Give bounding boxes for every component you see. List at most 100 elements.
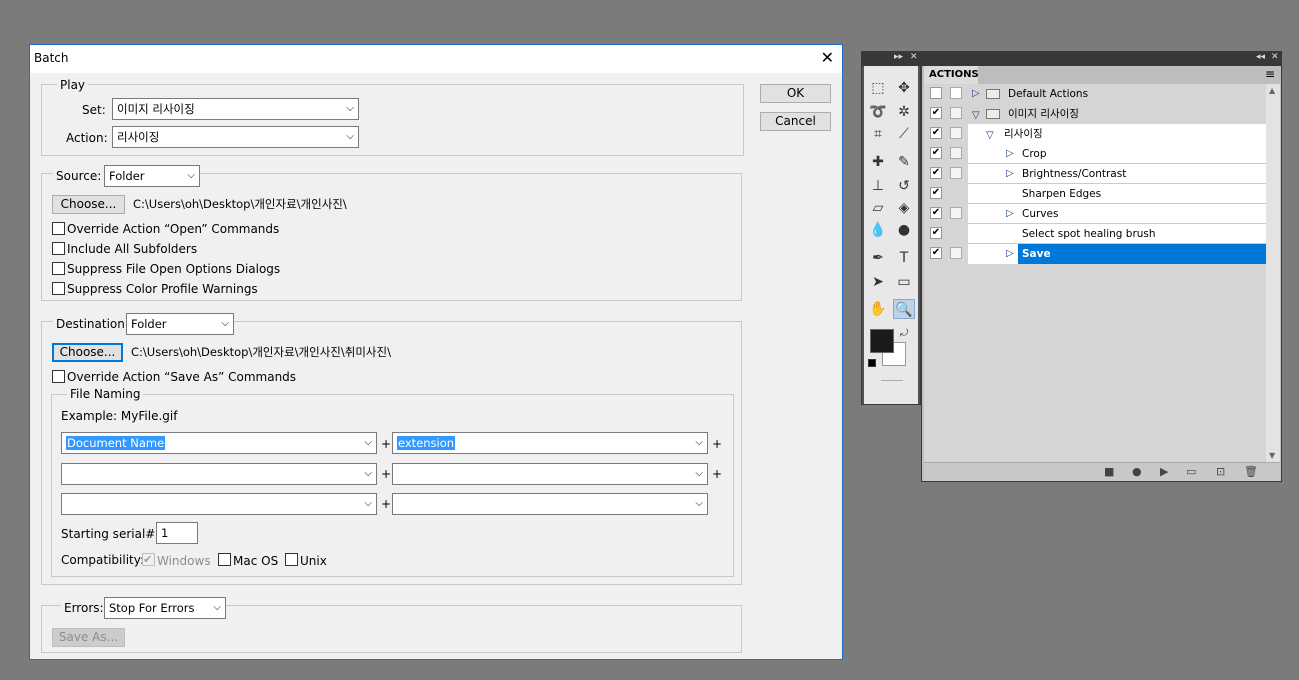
history-brush-tool-icon[interactable]: ↺ [893, 176, 915, 196]
crop-tool-icon[interactable]: ⌗ [867, 124, 889, 144]
trash-icon[interactable]: 🗑 [1244, 465, 1258, 478]
pen-tool-icon[interactable]: ✒ [867, 248, 889, 268]
suppress-color-warnings-checkbox[interactable] [52, 282, 65, 295]
brush-tool-icon[interactable]: ✎ [893, 152, 915, 172]
collapse-triangle-icon[interactable]: ▽ [972, 106, 980, 126]
collapse-icon[interactable]: ◂◂ [1256, 52, 1265, 62]
dialog-toggle-icon[interactable] [950, 87, 962, 99]
new-set-icon[interactable]: ▭ [1186, 465, 1196, 478]
spot-healing-tool-icon[interactable]: ✚ [867, 152, 889, 172]
cancel-button[interactable]: Cancel [760, 112, 831, 131]
action-set-row[interactable]: ▷ Default Actions [924, 84, 1266, 104]
tab-actions[interactable]: ACTIONS [924, 66, 979, 84]
zoom-tool-icon[interactable]: 🔍 [893, 299, 915, 319]
set-dropdown[interactable]: 이미지 리사이징 ⌵ [112, 98, 359, 120]
action-step-row[interactable]: ✔ ▷ Crop [924, 144, 1266, 164]
serial-input[interactable]: 1 [156, 522, 198, 544]
save-as-button[interactable]: Save As... [52, 628, 125, 647]
clone-stamp-tool-icon[interactable]: ⊥ [867, 176, 889, 196]
type-tool-icon[interactable]: T [893, 248, 915, 268]
action-step-row[interactable]: ✔ ▷ Save [924, 244, 1266, 264]
naming-field-5[interactable]: ⌵ [61, 493, 377, 515]
dialog-toggle-icon[interactable] [950, 107, 962, 119]
toggle-checkbox[interactable]: ✔ [930, 247, 942, 259]
collapse-triangle-icon[interactable]: ▽ [986, 126, 994, 146]
override-save-as-checkbox[interactable] [52, 370, 65, 383]
expand-triangle-icon[interactable]: ▷ [1006, 164, 1014, 184]
include-subfolders-checkbox[interactable] [52, 242, 65, 255]
paint-bucket-tool-icon[interactable]: ◈ [893, 198, 915, 218]
suppress-open-dialogs-checkbox[interactable] [52, 262, 65, 275]
default-colors-icon[interactable] [868, 359, 876, 367]
expand-triangle-icon[interactable]: ▷ [1006, 144, 1014, 164]
dialog-toggle-icon[interactable] [950, 167, 962, 179]
expand-triangle-icon[interactable]: ▷ [1006, 244, 1014, 264]
new-action-icon[interactable]: ⊡ [1216, 465, 1225, 478]
chevron-down-icon: ⌵ [695, 468, 703, 479]
eyedropper-tool-icon[interactable]: ⟋ [893, 124, 915, 144]
dialog-toggle-icon[interactable] [950, 247, 962, 259]
destination-dropdown[interactable]: Folder ⌵ [126, 313, 234, 335]
toggle-checkbox[interactable]: ✔ [930, 207, 942, 219]
close-icon[interactable]: ✕ [821, 47, 834, 69]
toggle-checkbox[interactable]: ✔ [930, 127, 942, 139]
action-step-row[interactable]: ✔ Select spot healing brush [924, 224, 1266, 244]
toggle-checkbox[interactable] [930, 87, 942, 99]
destination-choose-button[interactable]: Choose... [52, 343, 123, 362]
dialog-toggle-icon[interactable] [950, 207, 962, 219]
action-dropdown[interactable]: 리사이징 ⌵ [112, 126, 359, 148]
actions-scrollbar[interactable]: ▲ ▼ [1266, 84, 1280, 462]
action-step-row[interactable]: ✔ Sharpen Edges [924, 184, 1266, 204]
toggle-checkbox[interactable]: ✔ [930, 227, 942, 239]
dialog-toggle-icon[interactable] [950, 147, 962, 159]
action-step-row[interactable]: ✔ ▷ Curves [924, 204, 1266, 224]
blur-tool-icon[interactable]: 💧 [867, 220, 889, 240]
naming-field-4[interactable]: ⌵ [392, 463, 708, 485]
hand-tool-icon[interactable]: ✋ [867, 299, 889, 319]
errors-dropdown[interactable]: Stop For Errors ⌵ [104, 597, 226, 619]
swap-colors-icon[interactable]: ⤾ [900, 328, 908, 339]
expand-triangle-icon[interactable]: ▷ [1006, 204, 1014, 224]
close-icon[interactable]: ✕ [1271, 52, 1279, 62]
magic-wand-tool-icon[interactable]: ✲ [893, 102, 915, 122]
compat-windows-checkbox[interactable]: ✔ [142, 553, 155, 566]
panel-menu-icon[interactable]: ≡ [1265, 67, 1275, 81]
source-dropdown[interactable]: Folder ⌵ [104, 165, 200, 187]
tools-panel: ▸▸ ✕ ⬚ ✥ ➰ ✲ ⌗ ⟋ ✚ ✎ ⊥ ↺ ▱ ◈ 💧 ● ✒ T ➤ ▭… [861, 51, 921, 405]
source-choose-button[interactable]: Choose... [52, 195, 125, 214]
foreground-color-swatch[interactable] [870, 329, 894, 353]
naming-field-6[interactable]: ⌵ [392, 493, 708, 515]
compat-mac-checkbox[interactable] [218, 553, 231, 566]
eraser-tool-icon[interactable]: ▱ [867, 198, 889, 218]
compat-unix-checkbox[interactable] [285, 553, 298, 566]
stop-icon[interactable]: ■ [1104, 465, 1114, 478]
marquee-tool-icon[interactable]: ⬚ [867, 78, 889, 98]
action-set-row[interactable]: ✔ ▽ 이미지 리사이징 [924, 104, 1266, 124]
naming-field-3[interactable]: ⌵ [61, 463, 377, 485]
toggle-checkbox[interactable]: ✔ [930, 107, 942, 119]
naming-field-2[interactable]: extension ⌵ [392, 432, 708, 454]
toggle-checkbox[interactable]: ✔ [930, 167, 942, 179]
scroll-up-icon[interactable]: ▲ [1269, 86, 1275, 95]
action-step-row[interactable]: ✔ ▷ Brightness/Contrast [924, 164, 1266, 184]
toggle-checkbox[interactable]: ✔ [930, 147, 942, 159]
collapse-icon[interactable]: ▸▸ [894, 52, 903, 62]
play-icon[interactable]: ▶ [1160, 465, 1168, 478]
toggle-checkbox[interactable]: ✔ [930, 187, 942, 199]
rectangle-tool-icon[interactable]: ▭ [893, 272, 915, 292]
move-tool-icon[interactable]: ✥ [893, 78, 915, 98]
action-row[interactable]: ✔ ▽ 리사이징 [924, 124, 1266, 144]
scroll-down-icon[interactable]: ▼ [1269, 451, 1275, 460]
dialog-toggle-icon[interactable] [950, 127, 962, 139]
lasso-tool-icon[interactable]: ➰ [867, 102, 889, 122]
ok-button[interactable]: OK [760, 84, 831, 103]
expand-triangle-icon[interactable]: ▷ [972, 84, 980, 104]
chevron-down-icon: ⌵ [695, 498, 703, 509]
record-icon[interactable]: ● [1132, 465, 1142, 478]
dodge-tool-icon[interactable]: ● [893, 220, 915, 240]
path-selection-tool-icon[interactable]: ➤ [867, 272, 889, 292]
naming-field-1[interactable]: Document Name ⌵ [61, 432, 377, 454]
close-icon[interactable]: ✕ [910, 52, 918, 62]
destination-path: C:\Users\oh\Desktop\개인자료\개인사진\취미사진\ [131, 345, 391, 359]
override-open-checkbox[interactable] [52, 222, 65, 235]
